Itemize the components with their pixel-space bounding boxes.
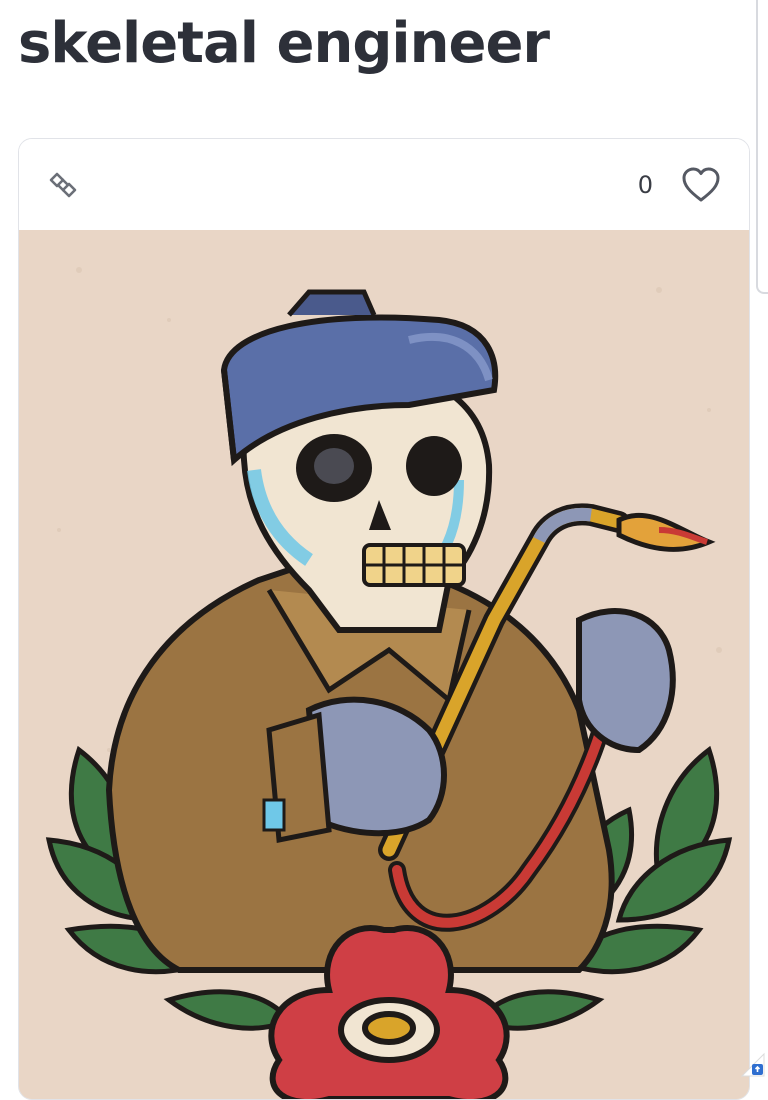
page-title: skeletal engineer	[18, 11, 550, 76]
like-count: 0	[637, 171, 653, 199]
link-button[interactable]	[45, 167, 81, 203]
artwork-image[interactable]	[19, 230, 749, 1099]
scroll-edge	[756, 0, 768, 294]
like-button[interactable]	[681, 166, 721, 204]
art-card: 0	[18, 138, 750, 1100]
tattoo-illustration	[19, 230, 749, 1099]
corner-badge-icon	[740, 1052, 765, 1077]
link-icon	[49, 172, 77, 198]
card-header: 0	[19, 139, 749, 230]
heart-outline-icon	[682, 167, 720, 202]
